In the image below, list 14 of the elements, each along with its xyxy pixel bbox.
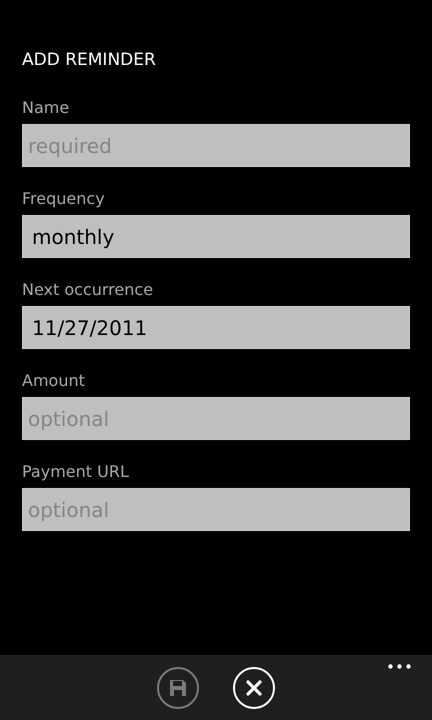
input-field[interactable]: optional	[22, 488, 410, 531]
field-label: Frequency	[22, 189, 106, 209]
field-label: Payment URL	[22, 462, 130, 482]
input-field[interactable]: monthly	[22, 215, 410, 258]
field-label: Next occurrence	[22, 280, 154, 300]
field-label: Name	[22, 98, 70, 118]
close-icon	[246, 680, 262, 696]
more-icon[interactable]	[388, 664, 411, 669]
input-field[interactable]: required	[22, 124, 410, 167]
input-field[interactable]: optional	[22, 397, 410, 440]
input-field[interactable]: 11/27/2011	[22, 306, 410, 349]
field-label: Amount	[22, 371, 86, 391]
page-title: ADD REMINDER	[22, 49, 157, 72]
cancel-button[interactable]	[233, 667, 275, 709]
